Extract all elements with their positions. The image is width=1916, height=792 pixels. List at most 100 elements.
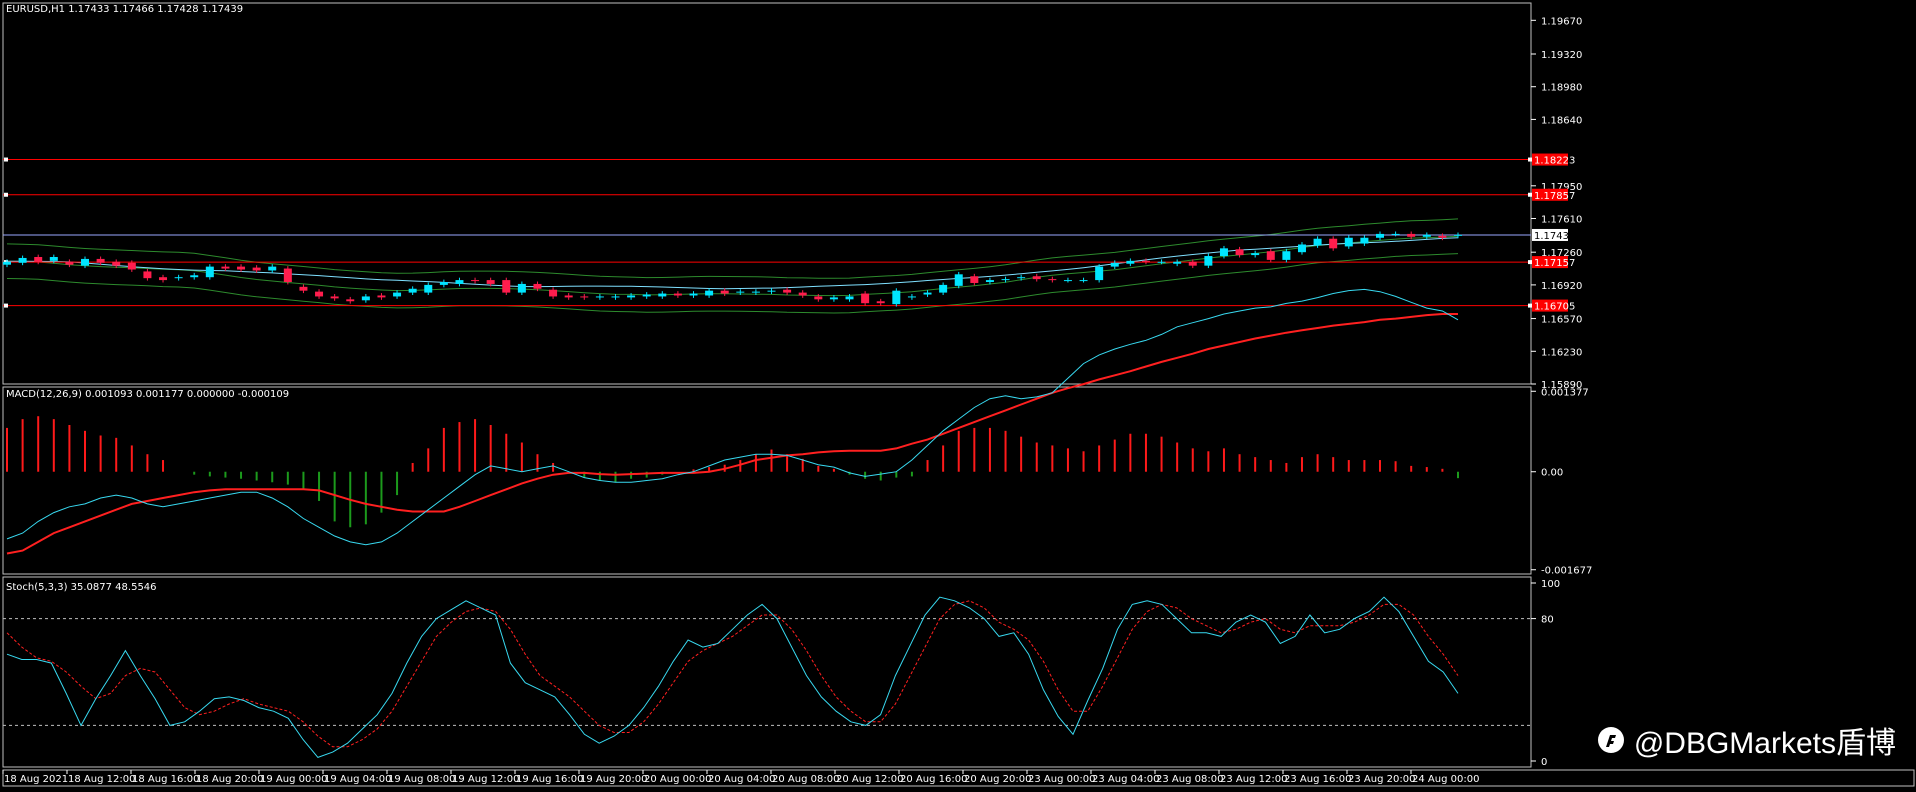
candle-body [1454,234,1462,236]
time-tick-label: 20 Aug 00:00 [644,774,711,785]
candle-body [549,289,558,297]
chart-root: 1.19670 1.19320 1.18980 1.18640 1.17950 1.176… [0,0,1916,788]
level-price-label: 1.18223 [1534,156,1575,167]
candle-body [190,275,199,278]
time-tick-label: 19 Aug 12:00 [452,774,519,785]
level-price-label: 1.17157 [1534,258,1575,269]
macd-tick-label: 0.001377 [1541,387,1589,398]
candle-body [611,296,620,298]
candle-body [892,290,901,305]
main-header: EURUSD,H1 1.17433 1.17466 1.17428 1.1743… [6,4,244,15]
candle-body [736,291,745,293]
candle-body [424,284,433,293]
time-tick-label: 18 Aug 2021 [4,774,68,785]
stoch-signal-line [6,600,1459,748]
candle-body [502,280,511,293]
macd-header: MACD(12,26,9) 0.001093 0.001177 0.000000… [6,389,290,400]
level-handle [1528,303,1532,308]
candle-body [65,261,74,265]
candle-body [783,289,792,293]
candle-body [1110,262,1119,267]
time-tick-label: 19 Aug 04:00 [324,774,391,785]
candle-body [876,301,885,304]
candle-body [767,290,776,292]
price-tick-label: 1.16230 [1541,347,1582,358]
candle-body [486,280,495,284]
panel-border-main [2,2,1532,385]
candle-body [330,296,339,299]
time-tick-label: 18 Aug 20:00 [196,774,263,785]
candle-body [1126,260,1135,264]
macd-signal-line [6,313,1458,555]
candle-body [455,280,464,284]
candle-body [798,292,807,296]
candle-body [221,266,230,269]
candle-body [939,284,948,293]
candle-body [49,257,58,261]
candle-body [283,268,292,283]
macd-main-line [6,288,1459,546]
candle-body [1251,253,1260,256]
candle-body [1438,235,1447,238]
time-tick-label: 18 Aug 16:00 [132,774,199,785]
candle-body [1173,261,1182,264]
candle-body [18,257,27,263]
candle-body [1095,266,1104,281]
stoch-tick-label: 100 [1541,579,1560,590]
macd-tick-label: 0.00 [1541,468,1563,479]
candle-body [1157,261,1166,263]
candle-body [907,296,916,298]
candle-body [393,292,402,297]
price-tick-label: 1.18980 [1541,83,1582,94]
candle-body [127,262,136,270]
price-tick-label: 1.19670 [1541,16,1582,27]
candle-body [1204,256,1213,266]
candle-body [517,283,526,293]
band-middle-line [6,235,1459,297]
candle-body [1360,237,1369,244]
candle-body [315,291,324,297]
stoch-header: Stoch(5,3,3) 35.0877 48.5546 [6,582,157,593]
candle-body [689,293,698,296]
panel-border-macd [2,386,1532,575]
candle-body [34,257,43,262]
candle-body [1141,260,1150,262]
price-tick-label: 1.18640 [1541,115,1582,126]
candle-body [159,277,168,281]
candle-body [1032,276,1041,280]
candle-body [1017,277,1026,279]
candle-body [361,296,370,301]
time-tick-label: 19 Aug 20:00 [580,774,647,785]
time-tick-label: 23 Aug 16:00 [1284,774,1351,785]
candle-body [112,261,121,266]
time-tick-label: 20 Aug 12:00 [836,774,903,785]
candle-body [1344,237,1353,247]
candle-body [1188,261,1197,266]
candle-body [595,296,604,298]
macd-tick-label: -0.001677 [1541,566,1592,577]
candle-body [564,295,573,298]
candle-body [658,293,667,297]
candle-body [705,290,714,296]
level-price-label: 1.17857 [1534,191,1575,202]
candle-body [205,266,214,278]
candle-body [1375,233,1384,238]
time-tick-label: 19 Aug 08:00 [388,774,455,785]
candle-body [439,282,448,285]
stoch-main-line [6,596,1459,758]
candle-body [1422,234,1431,237]
candle-body [81,258,90,266]
time-tick-label: 20 Aug 08:00 [772,774,839,785]
candle-body [174,277,183,279]
band-upper-line [6,218,1459,279]
price-tick-label: 1.16920 [1541,281,1582,292]
candle-body [1219,248,1228,257]
candle-body [3,261,11,265]
candle-body [1407,233,1416,237]
level-price-label: 1.16705 [1534,302,1575,313]
candle-body [1001,279,1010,281]
candle-body [1313,238,1322,246]
brand-logo-icon [1597,727,1624,753]
candle-body [673,293,682,296]
candle-body [268,266,277,271]
